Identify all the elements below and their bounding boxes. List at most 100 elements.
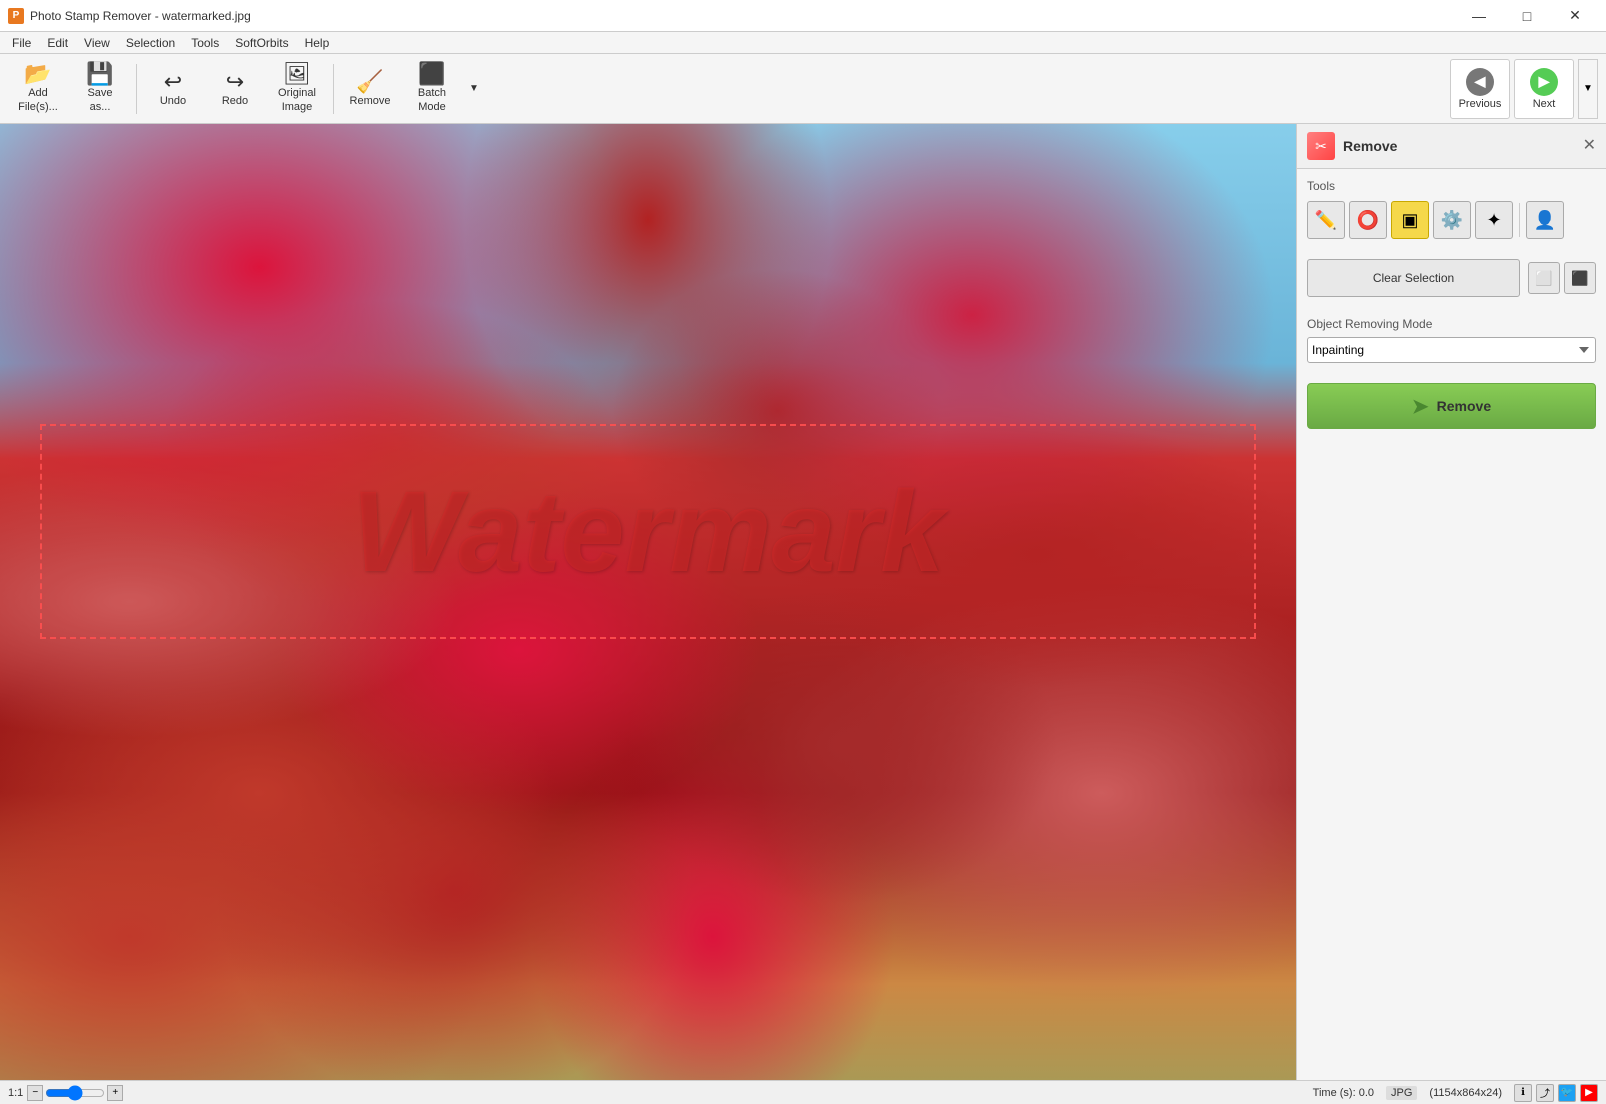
toolbox-title: Remove bbox=[1343, 138, 1397, 154]
save-as-button[interactable]: 💾 Save as... bbox=[70, 59, 130, 119]
batch-expand-button[interactable]: ▼ bbox=[464, 59, 484, 119]
nav-expand-button[interactable]: ▼ bbox=[1578, 59, 1598, 119]
menu-tools[interactable]: Tools bbox=[183, 34, 227, 52]
remove-action-icon: ➤ bbox=[1412, 394, 1429, 419]
redo-icon: ↪ bbox=[226, 71, 244, 93]
status-zoom: 1:1 − + bbox=[8, 1085, 123, 1101]
lasso-icon: ⭕ bbox=[1357, 210, 1379, 231]
batch-mode-icon: ⬛ bbox=[418, 63, 445, 85]
next-button[interactable]: ▶ Next bbox=[1514, 59, 1574, 119]
toolbar-sep-2 bbox=[333, 64, 334, 114]
original-image-button[interactable]: 🖼 Original Image bbox=[267, 59, 327, 119]
twitter-button[interactable]: 🐦 bbox=[1558, 1084, 1576, 1102]
menu-softorbits[interactable]: SoftOrbits bbox=[227, 34, 296, 52]
save-label: Save as... bbox=[87, 87, 112, 113]
remove-label: Remove bbox=[350, 95, 391, 107]
lasso-tool-button[interactable]: ⭕ bbox=[1349, 201, 1387, 239]
wand-tool-button[interactable]: ✦ bbox=[1475, 201, 1513, 239]
watermark-container: Watermark bbox=[40, 424, 1256, 639]
rect-tool-button[interactable]: ▣ bbox=[1391, 201, 1429, 239]
menu-bar: File Edit View Selection Tools SoftOrbit… bbox=[0, 32, 1606, 54]
original-image-icon: 🖼 bbox=[283, 63, 311, 85]
save-icon: 💾 bbox=[86, 63, 113, 85]
next-icon: ▶ bbox=[1530, 68, 1558, 96]
status-format: JPG bbox=[1386, 1086, 1417, 1100]
menu-help[interactable]: Help bbox=[297, 34, 338, 52]
undo-label: Undo bbox=[160, 95, 186, 107]
toolbox-remove-icon: ✂ bbox=[1307, 132, 1335, 160]
tools-label: Tools bbox=[1307, 179, 1596, 193]
zoom-in-button[interactable]: + bbox=[107, 1085, 123, 1101]
invert-selection-button[interactable]: ⬛ bbox=[1564, 262, 1596, 294]
status-dimensions: (1154x864x24) bbox=[1429, 1087, 1502, 1099]
canvas-area[interactable]: Watermark bbox=[0, 124, 1296, 1080]
watermark-text: Watermark bbox=[352, 466, 944, 598]
original-image-label: Original Image bbox=[278, 87, 316, 113]
mode-label: Object Removing Mode bbox=[1307, 317, 1596, 331]
menu-edit[interactable]: Edit bbox=[39, 34, 76, 52]
stamp-tool-button[interactable]: 👤 bbox=[1526, 201, 1564, 239]
next-label: Next bbox=[1533, 98, 1556, 110]
previous-icon: ◀ bbox=[1466, 68, 1494, 96]
batch-mode-label: Batch Mode bbox=[418, 87, 446, 113]
title-bar: P Photo Stamp Remover - watermarked.jpg … bbox=[0, 0, 1606, 32]
mode-select[interactable]: Inpainting Content-Aware Fill Smart Fill bbox=[1307, 337, 1596, 363]
time-label: Time (s): bbox=[1313, 1087, 1356, 1099]
share-button[interactable]: ⤴ bbox=[1536, 1084, 1554, 1102]
redo-label: Redo bbox=[222, 95, 248, 107]
app-icon: P bbox=[8, 8, 24, 24]
menu-selection[interactable]: Selection bbox=[118, 34, 183, 52]
maximize-button[interactable]: □ bbox=[1504, 2, 1550, 30]
status-time: Time (s): 0.0 bbox=[1313, 1087, 1374, 1099]
zoom-out-button[interactable]: − bbox=[27, 1085, 43, 1101]
clear-selection-button[interactable]: Clear Selection bbox=[1307, 259, 1520, 297]
toolbox-close-button[interactable]: ✕ bbox=[1583, 138, 1596, 154]
toolbar: 📂 Add File(s)... 💾 Save as... ↩ Undo ↪ R… bbox=[0, 54, 1606, 124]
magic-tool-button[interactable]: ⚙️ bbox=[1433, 201, 1471, 239]
select-all-button[interactable]: ⬜ bbox=[1528, 262, 1560, 294]
zoom-slider[interactable] bbox=[45, 1087, 105, 1099]
tools-grid: ✏️ ⭕ ▣ ⚙️ ✦ 👤 bbox=[1307, 201, 1596, 239]
magic-icon: ⚙️ bbox=[1441, 210, 1463, 231]
youtube-button[interactable]: ▶ bbox=[1580, 1084, 1598, 1102]
status-icons: ℹ ⤴ 🐦 ▶ bbox=[1514, 1084, 1598, 1102]
tool-sep bbox=[1519, 203, 1520, 237]
image-canvas[interactable]: Watermark bbox=[0, 124, 1296, 1080]
redo-button[interactable]: ↪ Redo bbox=[205, 59, 265, 119]
undo-button[interactable]: ↩ Undo bbox=[143, 59, 203, 119]
toolbox-title-row: ✂ Remove bbox=[1307, 132, 1397, 160]
title-bar-text: Photo Stamp Remover - watermarked.jpg bbox=[30, 9, 251, 23]
batch-mode-button[interactable]: ⬛ Batch Mode bbox=[402, 59, 462, 119]
add-files-label: Add File(s)... bbox=[18, 87, 58, 113]
title-bar-left: P Photo Stamp Remover - watermarked.jpg bbox=[8, 8, 251, 24]
toolbox-header: ✂ Remove ✕ bbox=[1297, 124, 1606, 169]
toolbar-sep-1 bbox=[136, 64, 137, 114]
remove-action-label: Remove bbox=[1437, 398, 1491, 414]
close-button[interactable]: ✕ bbox=[1552, 2, 1598, 30]
add-files-icon: 📂 bbox=[24, 63, 51, 85]
toolbar-right: ◀ Previous ▶ Next ▼ bbox=[1450, 59, 1598, 119]
tools-section: Tools ✏️ ⭕ ▣ ⚙️ ✦ 👤 bbox=[1297, 169, 1606, 249]
stamp-icon: 👤 bbox=[1534, 210, 1556, 231]
remove-icon: 🧹 bbox=[356, 71, 383, 93]
mode-section: Object Removing Mode Inpainting Content-… bbox=[1297, 307, 1606, 373]
remove-action-button[interactable]: ➤ Remove bbox=[1307, 383, 1596, 429]
wand-icon: ✦ bbox=[1486, 210, 1501, 231]
add-files-button[interactable]: 📂 Add File(s)... bbox=[8, 59, 68, 119]
info-button[interactable]: ℹ bbox=[1514, 1084, 1532, 1102]
toolbox-panel: ✂ Remove ✕ Tools ✏️ ⭕ ▣ ⚙️ bbox=[1296, 124, 1606, 1080]
menu-view[interactable]: View bbox=[76, 34, 118, 52]
zoom-level: 1:1 bbox=[8, 1087, 23, 1099]
remove-section: ➤ Remove bbox=[1297, 373, 1606, 439]
time-value: 0.0 bbox=[1359, 1087, 1374, 1099]
remove-button[interactable]: 🧹 Remove bbox=[340, 59, 400, 119]
minimize-button[interactable]: — bbox=[1456, 2, 1502, 30]
pencil-tool-button[interactable]: ✏️ bbox=[1307, 201, 1345, 239]
rect-icon: ▣ bbox=[1401, 210, 1418, 231]
zoom-controls: − + bbox=[27, 1085, 123, 1101]
undo-icon: ↩ bbox=[164, 71, 182, 93]
previous-button[interactable]: ◀ Previous bbox=[1450, 59, 1510, 119]
menu-file[interactable]: File bbox=[4, 34, 39, 52]
selection-extra: ⬜ ⬛ bbox=[1528, 262, 1596, 294]
previous-label: Previous bbox=[1459, 98, 1502, 110]
